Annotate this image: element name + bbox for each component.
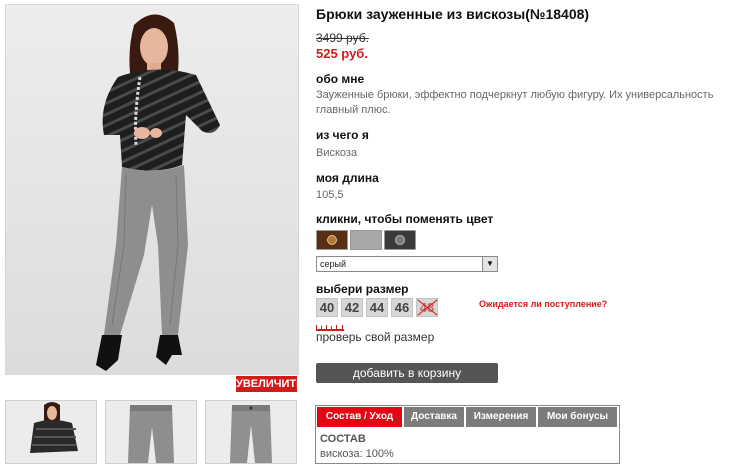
current-price: 525 руб. (316, 46, 368, 61)
about-heading: обо мне (316, 72, 365, 86)
product-title: Брюки зауженные из вискозы(№18408) (316, 6, 590, 22)
notify-availability-link[interactable]: Ожидается ли поступление? (479, 299, 607, 309)
size-option-42[interactable]: 42 (341, 298, 363, 317)
main-product-photo[interactable] (5, 4, 299, 375)
thumbnail-1[interactable] (5, 400, 97, 464)
size-option-46[interactable]: 46 (391, 298, 413, 317)
tab-delivery[interactable]: Доставка (404, 407, 464, 427)
size-option-44[interactable]: 44 (366, 298, 388, 317)
length-heading: моя длина (316, 171, 379, 185)
thumbnail-3[interactable] (205, 400, 297, 464)
length-text: 105,5 (316, 189, 344, 201)
tab-composition-care[interactable]: Состав / Уход (317, 407, 402, 427)
color-swatch-brown[interactable] (316, 230, 348, 250)
size-option-40[interactable]: 40 (316, 298, 338, 317)
material-text: Вискоза (316, 147, 358, 159)
color-heading: кликни, чтобы поменять цвет (316, 212, 494, 226)
add-to-cart-button[interactable]: добавить в корзину (316, 363, 498, 383)
color-select[interactable]: серый ▼ (316, 256, 498, 272)
tab-content-text: вискоза: 100% (320, 448, 394, 460)
color-select-value: серый (320, 259, 347, 269)
chevron-down-icon[interactable]: ▼ (482, 257, 497, 271)
zoom-button[interactable]: УВЕЛИЧИТЬ (236, 376, 304, 392)
old-price: 3499 руб. (316, 31, 369, 45)
color-swatch-dark[interactable] (384, 230, 416, 250)
tab-measurements[interactable]: Измерения (466, 407, 536, 427)
thumbnail-2[interactable] (105, 400, 197, 464)
material-heading: из чего я (316, 128, 369, 142)
tab-content-heading: СОСТАВ (320, 433, 366, 445)
size-option-48-unavailable[interactable]: 48 (416, 298, 438, 317)
size-heading: выбери размер (316, 282, 409, 296)
tab-bonuses[interactable]: Мои бонусы (538, 407, 617, 427)
check-size-link[interactable]: проверь свой размер (316, 330, 434, 344)
product-info-tabs: Состав / Уход Доставка Измерения Мои бон… (315, 405, 620, 464)
about-text: Зауженные брюки, эффектно подчеркнут люб… (316, 89, 714, 116)
color-swatch-grey[interactable] (350, 230, 382, 250)
